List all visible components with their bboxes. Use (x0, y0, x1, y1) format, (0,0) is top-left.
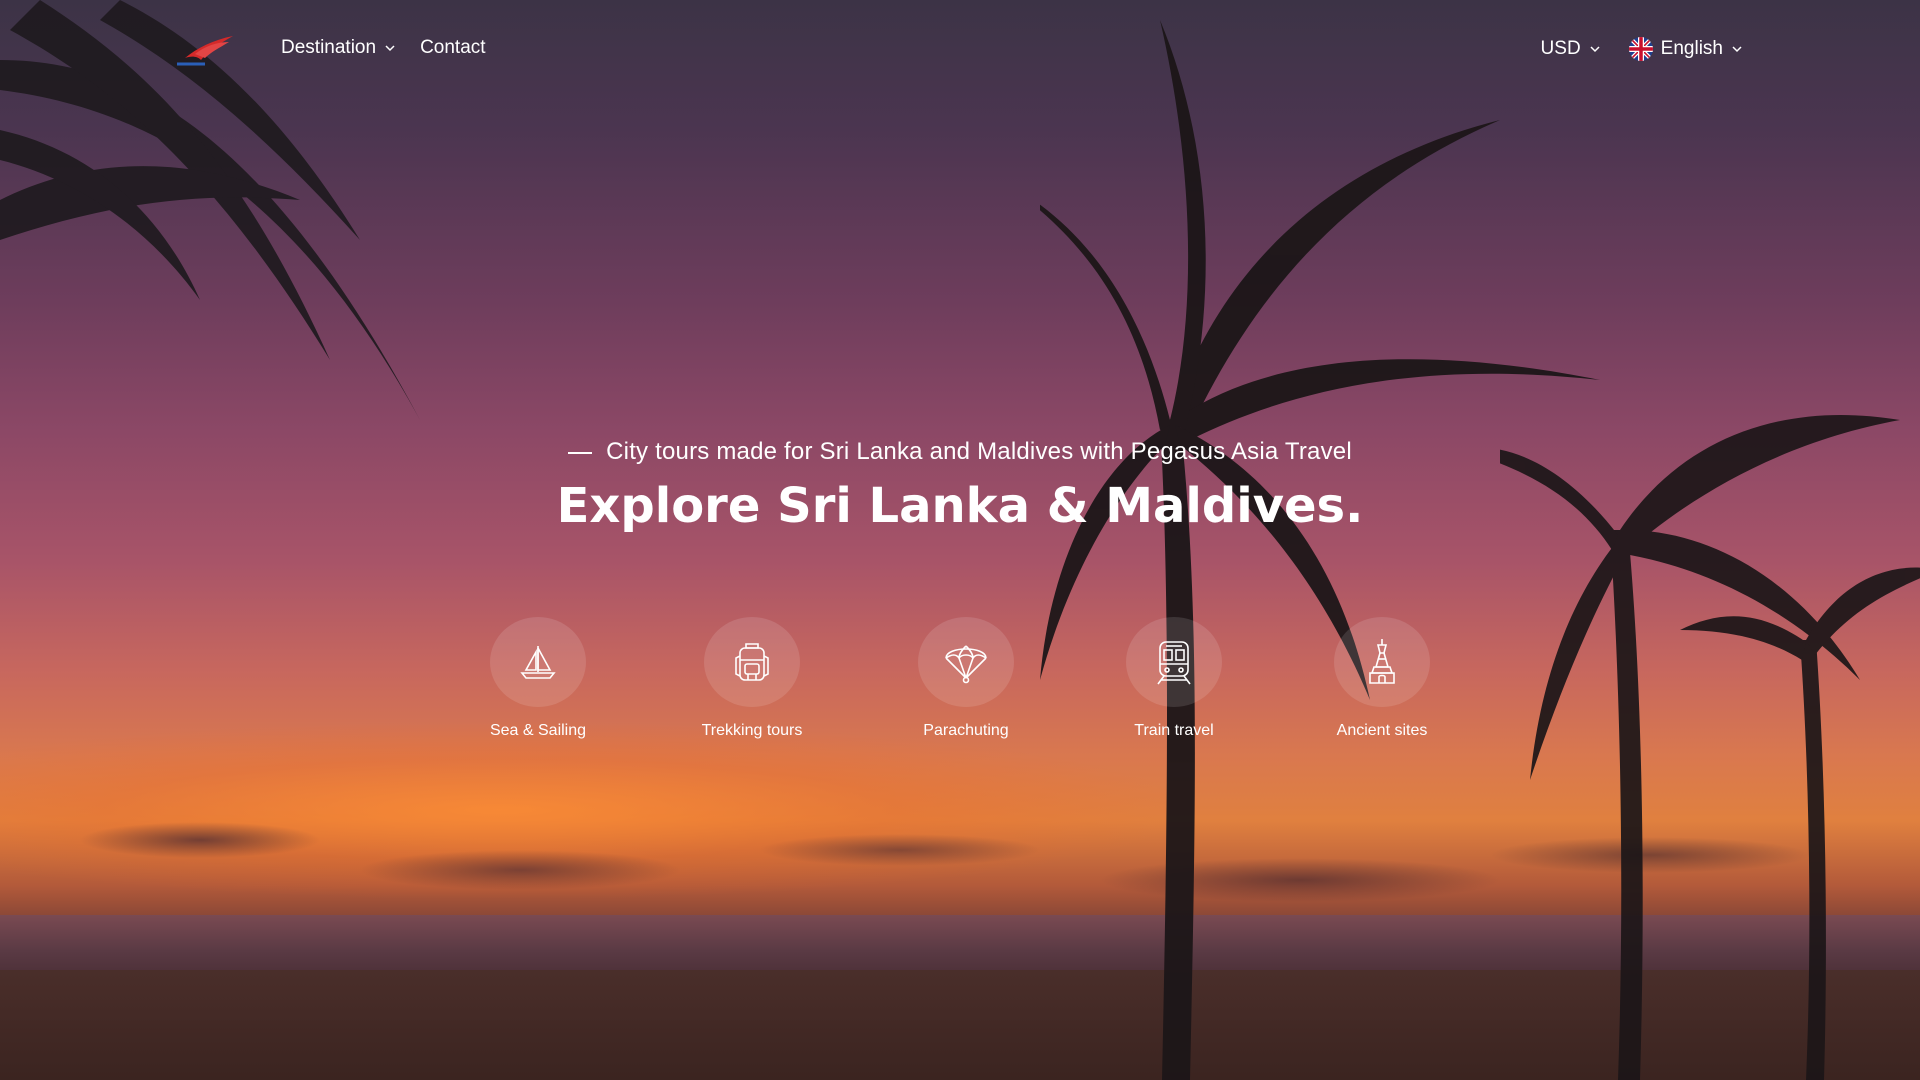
chevron-down-icon (385, 45, 395, 52)
category-icon-circle (1334, 617, 1430, 707)
nav-contact[interactable]: Contact (420, 37, 485, 59)
pegasus-logo-icon (177, 36, 233, 66)
category-label: Sea & Sailing (489, 722, 587, 739)
currency-selector[interactable]: USD (1541, 38, 1601, 60)
right-nav: USD English (1541, 37, 1743, 61)
hero-background (0, 0, 1920, 1080)
category-icon-circle (490, 617, 586, 707)
category-sea-sailing[interactable]: Sea & Sailing (448, 617, 628, 740)
language-label: English (1660, 38, 1723, 59)
uk-flag-icon (1628, 37, 1653, 61)
backpack-icon (735, 643, 769, 681)
train-icon (1157, 641, 1191, 685)
category-label: Ancient sites (1336, 722, 1428, 739)
chevron-down-icon (1590, 46, 1600, 53)
category-icon-circle (1126, 617, 1222, 707)
sailboat-icon (520, 646, 556, 679)
tower-icon (1369, 639, 1395, 684)
category-label: Parachuting (923, 722, 1009, 739)
category-icon-circle (704, 617, 800, 707)
chevron-down-icon (1732, 46, 1742, 53)
top-nav-bar: Destination Contact USD English (0, 0, 1920, 100)
tagline-text: City tours made for Sri Lanka and Maldiv… (606, 438, 1352, 465)
main-nav: Destination Contact (281, 37, 486, 59)
hero-tagline: City tours made for Sri Lanka and Maldiv… (0, 438, 1920, 466)
logo[interactable] (175, 30, 239, 70)
hero-headline: Explore Sri Lanka & Maldives. (556, 478, 1364, 534)
nav-contact-label: Contact (420, 37, 486, 58)
category-ancient-sites[interactable]: Ancient sites (1292, 617, 1472, 740)
language-selector[interactable]: English (1628, 37, 1743, 61)
parachute-icon (945, 645, 987, 684)
category-parachuting[interactable]: Parachuting (876, 617, 1056, 740)
category-icon-circle (918, 617, 1014, 707)
category-trekking-tours[interactable]: Trekking tours (662, 617, 842, 740)
category-label: Trekking tours (701, 722, 803, 739)
tagline-dash (568, 451, 593, 454)
currency-label: USD (1540, 38, 1581, 59)
category-train-travel[interactable]: Train travel (1084, 617, 1264, 740)
nav-destination[interactable]: Destination (281, 37, 396, 59)
category-list: Sea & Sailing Trekking tours Parachuting… (0, 617, 1920, 747)
category-label: Train travel (1134, 722, 1214, 739)
nav-destination-label: Destination (281, 37, 377, 58)
